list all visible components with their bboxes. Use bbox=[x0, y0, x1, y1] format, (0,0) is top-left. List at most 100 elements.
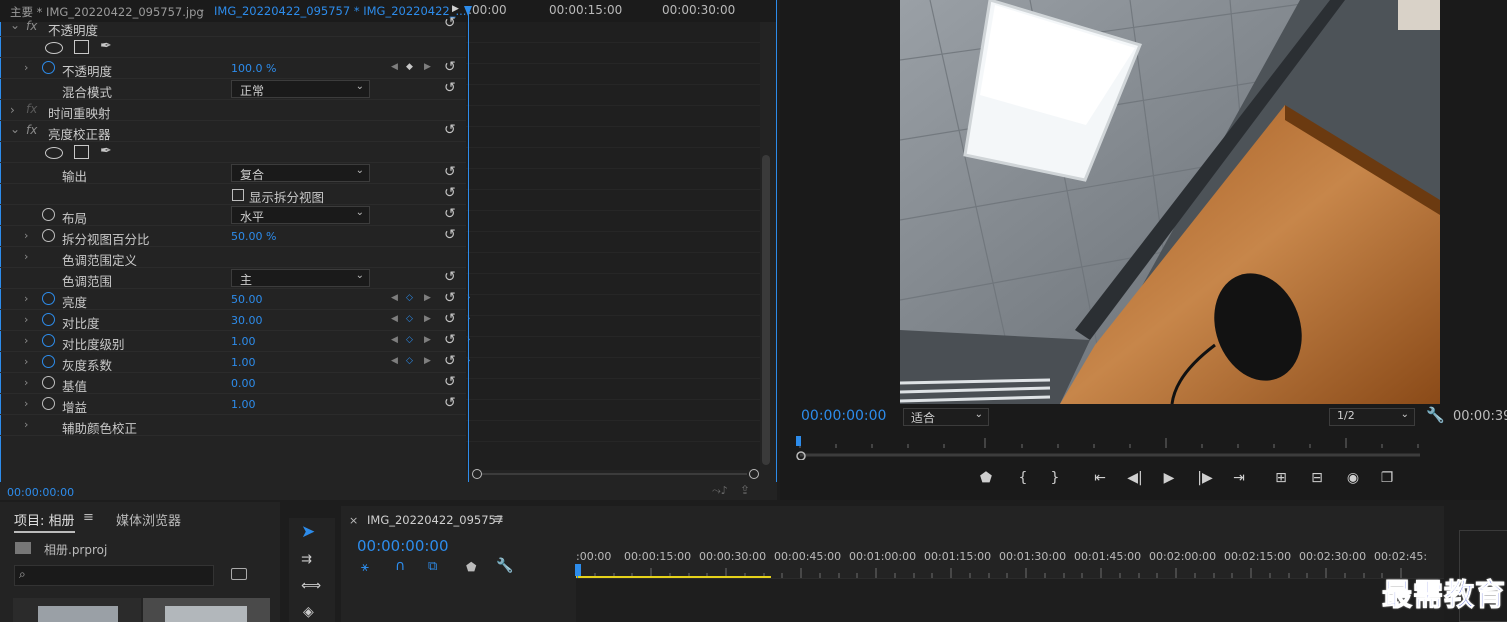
tab-media-browser[interactable]: 媒体浏览器 bbox=[116, 510, 181, 529]
property-value[interactable]: 50.00 % bbox=[231, 230, 276, 243]
rectangle-mask-icon[interactable] bbox=[74, 40, 89, 54]
play-only-icon[interactable]: ▶ bbox=[452, 4, 459, 14]
property-value[interactable]: 1.00 bbox=[231, 398, 256, 411]
vertical-scrollbar[interactable] bbox=[762, 155, 770, 465]
keyframe-marker[interactable]: › bbox=[467, 335, 471, 345]
fx-icon[interactable]: fx bbox=[26, 123, 37, 137]
linked-selection-icon[interactable]: ⧉ bbox=[428, 559, 437, 574]
add-marker-icon[interactable]: ⬟ bbox=[975, 470, 997, 486]
chevron-right-icon[interactable]: › bbox=[24, 313, 28, 326]
effect-timecode[interactable]: 00:00:00:00 bbox=[7, 486, 74, 499]
new-search-bin-icon[interactable] bbox=[231, 568, 247, 580]
clip-thumbnail-selected[interactable] bbox=[143, 598, 270, 622]
compare-view-icon[interactable]: ❐ bbox=[1376, 470, 1398, 486]
effect-controls-ruler[interactable]: :00:00 00:00:15:00 00:00:30:00 bbox=[466, 0, 776, 22]
pen-mask-icon[interactable]: ✒ bbox=[100, 38, 112, 54]
mark-out-icon[interactable]: } bbox=[1044, 470, 1066, 486]
playhead[interactable] bbox=[468, 6, 469, 496]
reset-icon[interactable]: ↺ bbox=[444, 206, 456, 222]
close-icon[interactable]: × bbox=[349, 514, 358, 527]
pen-mask-icon[interactable]: ✒ bbox=[100, 143, 112, 159]
brightness-corrector-row[interactable]: ⌄ fx 亮度校正器 ↺ bbox=[0, 121, 466, 142]
reset-icon[interactable]: ↺ bbox=[444, 227, 456, 243]
blend-mode-select[interactable]: 正常 ⌄ bbox=[231, 80, 370, 98]
property-value[interactable]: 50.00 bbox=[231, 293, 263, 306]
selection-tool-icon[interactable]: ➤ bbox=[301, 522, 315, 542]
reset-icon[interactable]: ↺ bbox=[444, 332, 456, 348]
panel-menu-icon[interactable]: ≡ bbox=[493, 512, 504, 527]
stopwatch-icon[interactable] bbox=[42, 229, 55, 242]
tonal-range-select[interactable]: 主 ⌄ bbox=[231, 269, 370, 287]
program-timecode[interactable]: 00:00:00:00 bbox=[801, 408, 886, 424]
property-value[interactable]: 0.00 bbox=[231, 377, 256, 390]
effect-keyframe-track[interactable] bbox=[466, 22, 760, 470]
program-video-frame[interactable] bbox=[900, 0, 1440, 404]
wrench-icon[interactable]: 🔧 bbox=[496, 558, 513, 574]
go-to-in-icon[interactable]: ⇤ bbox=[1089, 470, 1111, 486]
stopwatch-icon[interactable] bbox=[42, 334, 55, 347]
clip-thumbnail[interactable] bbox=[13, 598, 141, 622]
split-view-checkbox[interactable] bbox=[232, 189, 244, 201]
opacity-section-row[interactable]: ⌄ fx 不透明度 ↺ bbox=[0, 15, 466, 38]
rectangle-mask-icon[interactable] bbox=[74, 145, 89, 159]
project-search-input[interactable]: ⌕ bbox=[14, 565, 214, 586]
export-frame-icon[interactable]: ⇪ bbox=[740, 483, 750, 497]
chevron-right-icon[interactable]: › bbox=[24, 292, 28, 305]
ellipse-mask-icon[interactable] bbox=[45, 147, 63, 159]
nest-icon[interactable]: ⚹ bbox=[361, 560, 369, 575]
prev-keyframe-icon[interactable]: ◀ bbox=[391, 293, 398, 303]
play-icon[interactable]: ▶ bbox=[1158, 470, 1180, 486]
chevron-right-icon[interactable]: › bbox=[10, 103, 15, 117]
chevron-right-icon[interactable]: › bbox=[24, 397, 28, 410]
stopwatch-icon[interactable] bbox=[42, 292, 55, 305]
chevron-right-icon[interactable]: › bbox=[24, 355, 28, 368]
effect-zoom-scrollbar[interactable] bbox=[472, 469, 759, 479]
reset-icon[interactable]: ↺ bbox=[444, 395, 456, 411]
add-keyframe-icon[interactable]: ◆ bbox=[406, 62, 413, 72]
prev-keyframe-icon[interactable]: ◀ bbox=[391, 62, 398, 72]
property-value[interactable]: 1.00 bbox=[231, 335, 256, 348]
add-keyframe-icon[interactable]: ◇ bbox=[406, 335, 413, 345]
next-keyframe-icon[interactable]: ▶ bbox=[424, 62, 431, 72]
resolution-select[interactable]: 1/2 ⌄ bbox=[1329, 408, 1415, 426]
extract-icon[interactable]: ⊟ bbox=[1306, 470, 1328, 486]
timeline-tracks[interactable] bbox=[576, 578, 1444, 622]
stopwatch-icon[interactable] bbox=[42, 397, 55, 410]
step-back-icon[interactable]: ◀| bbox=[1124, 470, 1146, 486]
stopwatch-icon[interactable] bbox=[42, 355, 55, 368]
chevron-right-icon[interactable]: › bbox=[24, 61, 28, 74]
snap-icon[interactable]: ∩ bbox=[395, 558, 405, 574]
tab-project[interactable]: 项目: 相册 bbox=[14, 510, 75, 533]
chevron-right-icon[interactable]: › bbox=[24, 229, 28, 242]
add-keyframe-icon[interactable]: ◇ bbox=[406, 293, 413, 303]
reset-icon[interactable]: ↺ bbox=[444, 353, 456, 369]
fx-icon[interactable]: fx bbox=[26, 19, 37, 33]
chevron-right-icon[interactable]: › bbox=[24, 376, 28, 389]
property-value[interactable]: 30.00 bbox=[231, 314, 263, 327]
next-keyframe-icon[interactable]: ▶ bbox=[424, 314, 431, 324]
add-marker-icon[interactable]: ⬟ bbox=[466, 560, 476, 574]
chevron-down-icon[interactable]: ⌄ bbox=[10, 18, 20, 32]
program-time-ruler[interactable] bbox=[796, 436, 1420, 461]
tonal-def-row[interactable]: › 色调范围定义 bbox=[0, 247, 466, 268]
export-frame-icon[interactable]: ◉ bbox=[1342, 470, 1364, 486]
keyframe-marker[interactable]: › bbox=[467, 293, 471, 303]
fit-select[interactable]: 适合 ⌄ bbox=[903, 408, 989, 426]
reset-icon[interactable]: ↺ bbox=[444, 122, 456, 138]
step-forward-icon[interactable]: |▶ bbox=[1194, 470, 1216, 486]
track-select-tool-icon[interactable]: ⇉ bbox=[301, 552, 312, 567]
mark-in-icon[interactable]: { bbox=[1012, 470, 1034, 486]
tab-sequence-clip[interactable]: IMG_20220422_095757 * IMG_20220422_... bbox=[214, 4, 466, 18]
keyframe-marker[interactable]: › bbox=[467, 356, 471, 366]
panel-menu-icon[interactable]: ≡ bbox=[83, 510, 94, 525]
reset-icon[interactable]: ↺ bbox=[444, 164, 456, 180]
stopwatch-icon[interactable] bbox=[42, 61, 55, 74]
razor-tool-icon[interactable]: ◈ bbox=[303, 604, 314, 620]
chevron-right-icon[interactable]: › bbox=[24, 250, 28, 263]
lift-icon[interactable]: ⊞ bbox=[1270, 470, 1292, 486]
stopwatch-icon[interactable] bbox=[42, 313, 55, 326]
ripple-edit-tool-icon[interactable]: ⟺ bbox=[301, 578, 321, 594]
stopwatch-icon[interactable] bbox=[42, 208, 55, 221]
audio-scrub-icon[interactable]: ⤳♪ bbox=[712, 484, 728, 498]
property-value[interactable]: 1.00 bbox=[231, 356, 256, 369]
